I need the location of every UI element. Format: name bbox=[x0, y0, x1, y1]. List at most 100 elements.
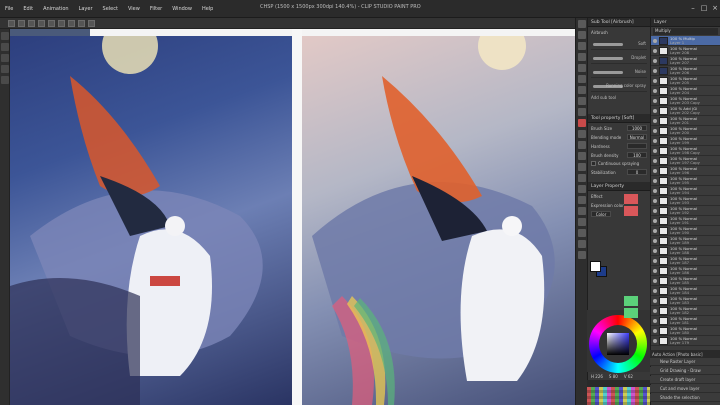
action-item[interactable]: Grid Drawing - Draw bbox=[650, 367, 720, 375]
add-sub-tool-button[interactable]: Add sub tool bbox=[591, 95, 647, 100]
gradient-tool-icon[interactable] bbox=[578, 185, 586, 193]
visibility-eye-icon[interactable] bbox=[653, 118, 657, 123]
frame-border-icon[interactable] bbox=[578, 207, 586, 215]
layer-row[interactable]: 100 % Normal Layer 182 bbox=[651, 306, 720, 316]
close-icon[interactable]: × bbox=[710, 3, 720, 13]
zoom-icon[interactable] bbox=[1, 43, 9, 51]
menu-animation[interactable]: Animation bbox=[38, 6, 74, 12]
layer-row[interactable]: 100 % Normal Layer 192 bbox=[651, 206, 720, 216]
layer-row[interactable]: 100 % Normal Layer 205 bbox=[651, 76, 720, 86]
brush-item-droplet[interactable]: Droplet bbox=[591, 52, 647, 64]
visibility-eye-icon[interactable] bbox=[653, 48, 657, 53]
clear-icon[interactable] bbox=[58, 19, 65, 27]
save-icon[interactable] bbox=[28, 19, 35, 27]
visibility-eye-icon[interactable] bbox=[653, 158, 657, 163]
visibility-eye-icon[interactable] bbox=[653, 298, 657, 303]
visibility-eye-icon[interactable] bbox=[653, 308, 657, 313]
action-item[interactable]: New Raster Layer bbox=[650, 358, 720, 366]
brush-tool-icon[interactable] bbox=[578, 130, 586, 138]
visibility-eye-icon[interactable] bbox=[653, 38, 657, 43]
layer-row[interactable]: 100 % Add (Gl Layer 202 Copy bbox=[651, 106, 720, 116]
fill-tool-icon[interactable] bbox=[578, 174, 586, 182]
visibility-eye-icon[interactable] bbox=[653, 78, 657, 83]
stabilization-field[interactable]: 0 bbox=[627, 169, 647, 175]
flip-icon[interactable] bbox=[1, 65, 9, 73]
visibility-eye-icon[interactable] bbox=[653, 188, 657, 193]
airbrush-tool-icon[interactable] bbox=[578, 119, 586, 127]
brush-item-running-color[interactable]: Running color spray bbox=[591, 80, 647, 92]
brush-density-field[interactable]: 100 bbox=[627, 152, 647, 158]
layer-row[interactable]: 100 % Normal Layer 183 bbox=[651, 296, 720, 306]
visibility-eye-icon[interactable] bbox=[653, 58, 657, 63]
layer-row[interactable]: 100 % Normal Layer 199 bbox=[651, 136, 720, 146]
layer-row[interactable]: 100 % Normal Layer 204 bbox=[651, 86, 720, 96]
visibility-eye-icon[interactable] bbox=[653, 88, 657, 93]
expression-color-select[interactable]: Color bbox=[591, 211, 611, 217]
text-tool-icon[interactable] bbox=[578, 229, 586, 237]
visibility-eye-icon[interactable] bbox=[653, 338, 657, 343]
auto-select-icon[interactable] bbox=[578, 75, 586, 83]
ruler-icon[interactable] bbox=[578, 218, 586, 226]
visibility-eye-icon[interactable] bbox=[653, 248, 657, 253]
blend-mode-select[interactable]: Multiply bbox=[653, 28, 718, 35]
visibility-eye-icon[interactable] bbox=[653, 68, 657, 73]
correct-line-icon[interactable] bbox=[578, 251, 586, 259]
saturation-value-square[interactable] bbox=[607, 333, 629, 355]
layer-row[interactable]: 100 % Normal Layer 179 bbox=[651, 336, 720, 346]
open-file-icon[interactable] bbox=[18, 19, 25, 27]
operation-tool-icon[interactable] bbox=[578, 42, 586, 50]
artwork-canvas-left[interactable] bbox=[10, 36, 292, 405]
visibility-eye-icon[interactable] bbox=[653, 238, 657, 243]
menu-file[interactable]: File bbox=[0, 6, 18, 12]
visibility-eye-icon[interactable] bbox=[653, 178, 657, 183]
new-file-icon[interactable] bbox=[8, 19, 15, 27]
minimize-icon[interactable]: – bbox=[688, 3, 698, 13]
eyedropper-icon[interactable] bbox=[578, 86, 586, 94]
grid-icon[interactable] bbox=[1, 76, 9, 84]
blend-tool-icon[interactable] bbox=[578, 163, 586, 171]
layer-row[interactable]: 100 % Normal Layer 194 bbox=[651, 186, 720, 196]
sub-tool-group[interactable]: Airbrush bbox=[591, 28, 647, 36]
layer-row[interactable]: 100 % Normal Layer 189 bbox=[651, 236, 720, 246]
menu-edit[interactable]: Edit bbox=[18, 6, 38, 12]
layer-row[interactable]: 100 % Normal Layer 188 bbox=[651, 246, 720, 256]
visibility-eye-icon[interactable] bbox=[653, 228, 657, 233]
visibility-eye-icon[interactable] bbox=[653, 278, 657, 283]
layer-row[interactable]: 100 % Normal Layer 196 bbox=[651, 166, 720, 176]
color-set-grid[interactable] bbox=[587, 387, 650, 405]
action-item[interactable]: Shade the selection bbox=[650, 394, 720, 402]
visibility-eye-icon[interactable] bbox=[653, 138, 657, 143]
brush-item-soft[interactable]: Soft bbox=[591, 38, 647, 50]
zoom-tool-icon[interactable] bbox=[578, 20, 586, 28]
menu-view[interactable]: View bbox=[123, 6, 145, 12]
layer-row[interactable]: 100 % Normal Layer 185 bbox=[651, 276, 720, 286]
main-color-swatch[interactable] bbox=[590, 261, 601, 272]
layer-row[interactable]: 100 % Normal Layer 191 bbox=[651, 216, 720, 226]
navigator-icon[interactable] bbox=[1, 32, 9, 40]
action-item[interactable]: Create draft layer bbox=[650, 376, 720, 384]
blending-mode-select[interactable]: Normal bbox=[627, 134, 647, 140]
layer-row[interactable]: 100 % Normal Layer 190 bbox=[651, 226, 720, 236]
deselect-icon[interactable] bbox=[78, 19, 85, 27]
eraser-icon[interactable] bbox=[578, 152, 586, 160]
layer-row[interactable]: 100 % Normal Layer 197 Copy bbox=[651, 156, 720, 166]
visibility-eye-icon[interactable] bbox=[653, 318, 657, 323]
layer-row[interactable]: 100 % Multip Layer 1 bbox=[651, 36, 720, 46]
redo-icon[interactable] bbox=[48, 19, 55, 27]
layer-row[interactable]: 100 % Normal Layer 186 bbox=[651, 266, 720, 276]
visibility-eye-icon[interactable] bbox=[653, 208, 657, 213]
visibility-eye-icon[interactable] bbox=[653, 288, 657, 293]
menu-layer[interactable]: Layer bbox=[74, 6, 98, 12]
menu-help[interactable]: Help bbox=[197, 6, 218, 12]
layer-row[interactable]: 100 % Normal Layer 193 bbox=[651, 196, 720, 206]
menu-window[interactable]: Window bbox=[167, 6, 197, 12]
maximize-icon[interactable]: □ bbox=[699, 3, 709, 13]
brush-size-field[interactable]: 1000 bbox=[627, 125, 647, 131]
visibility-eye-icon[interactable] bbox=[653, 328, 657, 333]
layer-row[interactable]: 100 % Normal Layer 208 bbox=[651, 46, 720, 56]
decoration-tool-icon[interactable] bbox=[578, 141, 586, 149]
layer-row[interactable]: 100 % Normal Layer 198 Copy bbox=[651, 146, 720, 156]
action-item[interactable]: Cut and move layer bbox=[650, 385, 720, 393]
layer-row[interactable]: 100 % Normal Layer 207 bbox=[651, 56, 720, 66]
pencil-tool-icon[interactable] bbox=[578, 108, 586, 116]
